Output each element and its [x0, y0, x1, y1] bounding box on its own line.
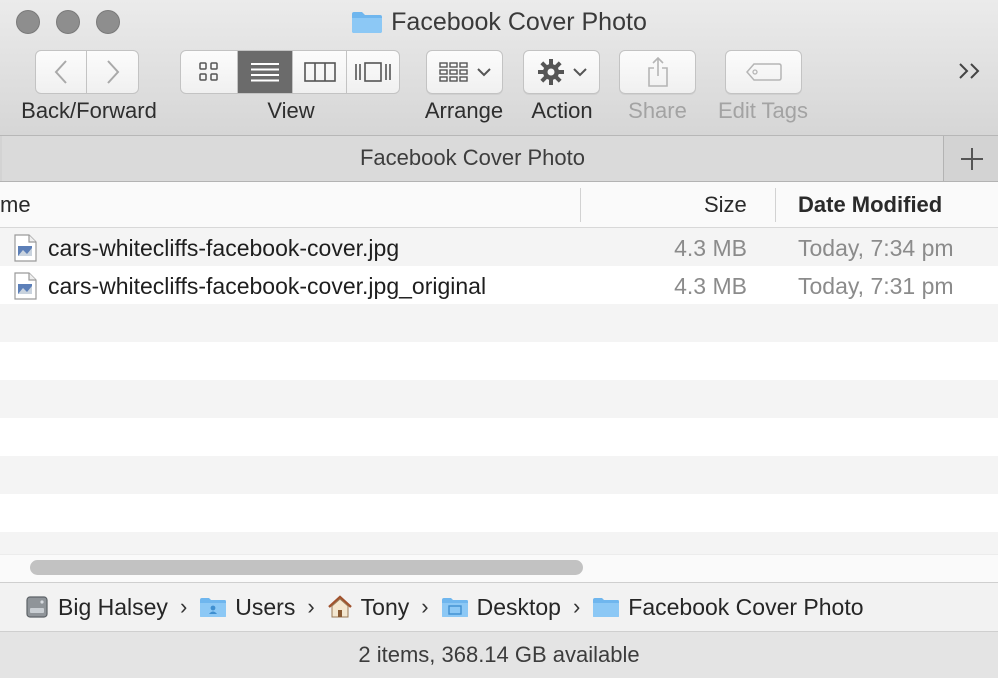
image-file-icon	[12, 234, 38, 267]
icon-view-button[interactable]	[181, 51, 238, 93]
tag-icon	[745, 63, 782, 81]
empty-row	[0, 456, 998, 494]
share-icon	[647, 56, 668, 87]
empty-row	[0, 418, 998, 456]
path-bar: Big Halsey › Users › Tony › Desktop › Fa…	[0, 582, 998, 632]
chevron-down-icon	[572, 68, 587, 77]
path-item-label: Big Halsey	[58, 593, 168, 620]
path-item-big-halsey[interactable]: Big Halsey	[24, 594, 168, 621]
size-column-header[interactable]: Size	[704, 192, 747, 218]
back-button[interactable]	[36, 51, 88, 93]
file-date-modified: Today, 7:31 pm	[798, 273, 954, 299]
column-divider[interactable]	[580, 188, 581, 222]
arrange-grid-icon	[438, 62, 468, 82]
column-view-button[interactable]	[293, 51, 347, 93]
folder-icon	[351, 10, 383, 41]
view-label: View	[267, 98, 315, 123]
back-forward-label: Back/Forward	[21, 98, 157, 123]
new-tab-button[interactable]	[946, 136, 998, 181]
path-separator: ›	[421, 594, 429, 619]
path-item-desktop[interactable]: Desktop	[441, 594, 561, 621]
file-size: 4.3 MB	[674, 273, 747, 299]
window-title-text: Facebook Cover Photo	[391, 8, 647, 36]
column-header-row: me Size Date Modified	[0, 182, 998, 228]
file-row[interactable]: cars-whitecliffs-facebook-cover.jpg 4.3 …	[0, 228, 998, 266]
window-title: Facebook Cover Photo	[0, 8, 998, 41]
horizontal-scrollbar[interactable]	[0, 554, 998, 582]
double-chevron-right-icon	[959, 63, 980, 79]
column-divider[interactable]	[775, 188, 776, 222]
file-list: cars-whitecliffs-facebook-cover.jpg 4.3 …	[0, 228, 998, 554]
arrange-button[interactable]	[426, 50, 503, 94]
empty-row	[0, 380, 998, 418]
tab-bar: Facebook Cover Photo	[0, 136, 998, 182]
path-separator: ›	[307, 594, 315, 619]
list-view-icon	[251, 63, 279, 82]
toolbar-overflow-button[interactable]	[958, 60, 982, 88]
users-folder-icon	[200, 598, 227, 617]
forward-button[interactable]	[87, 51, 138, 93]
share-label: Share	[628, 98, 687, 123]
home-icon	[327, 595, 352, 618]
file-name: cars-whitecliffs-facebook-cover.jpg	[48, 235, 400, 261]
cover-flow-view-button[interactable]	[347, 51, 399, 93]
cover-flow-icon	[355, 62, 391, 82]
chevron-down-icon	[476, 68, 491, 77]
view-segmented-control	[180, 50, 400, 94]
chevron-left-icon	[54, 60, 67, 84]
empty-row	[0, 494, 998, 532]
share-button[interactable]	[619, 50, 696, 94]
tab-facebook-cover-photo[interactable]: Facebook Cover Photo	[2, 136, 944, 181]
empty-row	[0, 342, 998, 380]
action-label: Action	[531, 98, 593, 123]
name-column-header[interactable]: me	[0, 192, 31, 218]
window-toolbar: Facebook Cover Photo Back/Forward View A…	[0, 0, 998, 136]
path-separator: ›	[179, 594, 188, 619]
gear-icon	[537, 59, 564, 85]
path-item-label: Facebook Cover Photo	[628, 593, 864, 620]
path-item-tony[interactable]: Tony	[327, 593, 410, 621]
desktop-folder-icon	[441, 598, 468, 617]
image-file-icon	[12, 272, 38, 305]
status-bar: 2 items, 368.14 GB available	[0, 632, 998, 678]
path-item-label: Desktop	[476, 593, 561, 620]
hard-drive-icon	[26, 596, 48, 618]
path-separator: ›	[572, 594, 581, 619]
chevron-right-icon	[106, 60, 119, 84]
plus-icon	[961, 147, 983, 170]
edit-tags-button[interactable]	[725, 50, 802, 94]
edit-tags-label: Edit Tags	[717, 98, 809, 123]
date-modified-column-header[interactable]: Date Modified	[798, 192, 942, 218]
path-item-users[interactable]: Users	[199, 594, 295, 621]
file-size: 4.3 MB	[674, 235, 747, 261]
empty-row	[0, 532, 998, 554]
file-row[interactable]: cars-whitecliffs-facebook-cover.jpg_orig…	[0, 266, 998, 304]
back-forward-control	[35, 50, 139, 94]
file-date-modified: Today, 7:34 pm	[798, 235, 954, 261]
list-view-button[interactable]	[238, 51, 293, 93]
file-name: cars-whitecliffs-facebook-cover.jpg_orig…	[48, 273, 487, 299]
path-item-facebook-cover-photo[interactable]: Facebook Cover Photo	[592, 593, 864, 621]
path-item-label: Users	[235, 593, 296, 620]
arrange-label: Arrange	[424, 98, 504, 123]
scrollbar-thumb[interactable]	[30, 560, 583, 575]
column-view-icon	[303, 62, 336, 82]
folder-icon	[593, 598, 620, 617]
path-item-label: Tony	[360, 593, 410, 620]
action-button[interactable]	[523, 50, 600, 94]
empty-row	[0, 304, 998, 342]
icon-view-icon	[199, 62, 218, 81]
